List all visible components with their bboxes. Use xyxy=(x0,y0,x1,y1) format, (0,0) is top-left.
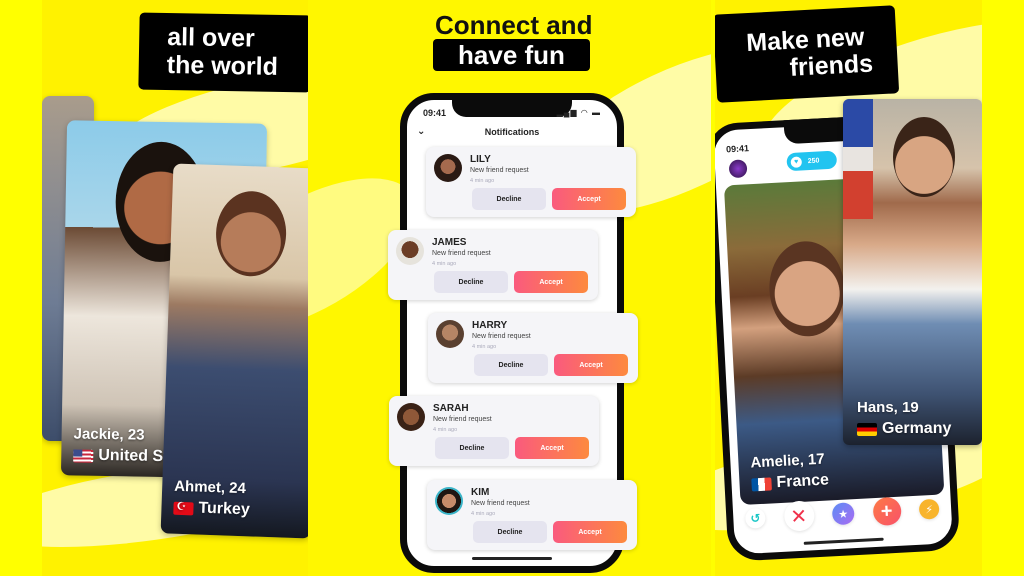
profile-photo xyxy=(214,190,288,278)
profile-country: Germany xyxy=(857,420,951,438)
notification-card: JAMES New friend request 4 min ago Decli… xyxy=(388,230,598,300)
accept-button[interactable]: Accept xyxy=(514,271,588,293)
profile-country: United St xyxy=(73,446,169,466)
headline-line-1: all over xyxy=(167,22,256,53)
avatar xyxy=(397,403,425,431)
coin-balance-badge[interactable]: ♥ 250 xyxy=(786,150,838,172)
profile-caption: Hans, 19 Germany xyxy=(857,399,951,438)
france-flag-icon xyxy=(751,476,772,491)
notification-name: SARAH xyxy=(433,403,469,414)
notification-time: 4 min ago xyxy=(470,178,495,184)
turkey-flag-icon xyxy=(173,501,194,515)
decline-button[interactable]: Decline xyxy=(474,354,548,376)
signal-wifi-battery-icon: ▂▄▆ ◠ ▬ xyxy=(556,108,601,117)
panel-make-new-friends: Make new friends 09:41 ♥ 250 Amelie, 17 … xyxy=(715,0,982,576)
profile-name-age: Jackie, 23 xyxy=(73,425,145,444)
avatar xyxy=(435,487,463,515)
headline-line-2: have fun xyxy=(458,39,565,70)
notification-card: LILY New friend request 4 min ago Declin… xyxy=(426,147,636,217)
profile-photo xyxy=(767,239,847,339)
notification-message: New friend request xyxy=(470,167,529,174)
phone-notch xyxy=(452,93,572,117)
profile-caption: Amelie, 17 France xyxy=(750,450,829,493)
left-margin xyxy=(0,0,42,576)
status-time: 09:41 xyxy=(725,143,750,155)
notification-message: New friend request xyxy=(433,416,492,423)
profile-name-age: Amelie, 17 xyxy=(750,450,826,472)
coin-count: 250 xyxy=(807,156,820,165)
us-flag-icon xyxy=(73,448,94,463)
home-indicator xyxy=(472,557,552,560)
profile-card-hans[interactable]: Hans, 19 Germany xyxy=(843,99,982,445)
accept-button[interactable]: Accept xyxy=(554,354,628,376)
screen-title: Notifications xyxy=(484,127,540,137)
profile-caption: Ahmet, 24 Turkey xyxy=(173,478,251,520)
notification-name: LILY xyxy=(470,154,491,165)
notification-card: SARAH New friend request 4 min ago Decli… xyxy=(389,396,599,466)
profile-card-ahmet[interactable]: Ahmet, 24 Turkey xyxy=(160,163,308,539)
headline-have-fun: have fun xyxy=(433,39,590,71)
country-label: Germany xyxy=(882,420,952,437)
profile-name-age: Ahmet, 24 xyxy=(173,477,247,498)
boost-lightning-icon[interactable]: ⚡ xyxy=(918,498,940,520)
nope-icon[interactable]: ✕ xyxy=(783,500,815,532)
headline-line-1: Connect and xyxy=(435,10,593,40)
avatar xyxy=(436,320,464,348)
notification-message: New friend request xyxy=(432,250,491,257)
avatar xyxy=(396,237,424,265)
decline-button[interactable]: Decline xyxy=(472,188,546,210)
notification-name: JAMES xyxy=(432,237,467,248)
country-label: France xyxy=(776,471,830,492)
decline-button[interactable]: Decline xyxy=(435,437,509,459)
add-friend-plus-icon[interactable]: + xyxy=(871,496,902,527)
super-like-star-icon[interactable]: ★ xyxy=(831,502,855,526)
notification-message: New friend request xyxy=(471,500,530,507)
decline-button[interactable]: Decline xyxy=(473,521,547,543)
notification-time: 4 min ago xyxy=(432,261,457,267)
home-indicator xyxy=(803,537,884,545)
notification-time: 4 min ago xyxy=(471,511,496,517)
notification-time: 4 min ago xyxy=(472,344,497,350)
undo-icon[interactable]: ↺ xyxy=(744,507,766,529)
headline-make-new-friends: Make new friends xyxy=(715,5,900,103)
notification-message: New friend request xyxy=(472,333,531,340)
notification-card: HARRY New friend request 4 min ago Decli… xyxy=(428,313,638,383)
accept-button[interactable]: Accept xyxy=(515,437,589,459)
headline-all-over-the-world: all over the world xyxy=(138,12,308,93)
panel-connect-and-have-fun: Connect and have fun 09:41 ▂▄▆ ◠ ▬ ⌄ Not… xyxy=(308,0,711,576)
profile-country: France xyxy=(751,471,829,493)
profile-photo xyxy=(893,117,955,197)
right-margin xyxy=(982,0,1024,576)
profile-caption: Jackie, 23 United St xyxy=(73,425,169,466)
user-avatar[interactable] xyxy=(728,159,748,179)
profile-country: Turkey xyxy=(173,499,250,520)
country-label: Turkey xyxy=(198,499,251,519)
headline-line-2: the world xyxy=(166,50,279,81)
background-flag xyxy=(843,99,873,219)
profile-name-age: Hans, 19 xyxy=(857,399,919,416)
decline-button[interactable]: Decline xyxy=(434,271,508,293)
germany-flag-icon xyxy=(857,422,877,436)
notification-card: KIM New friend request 4 min ago Decline… xyxy=(427,480,637,550)
notification-name: HARRY xyxy=(472,320,508,331)
status-time: 09:41 xyxy=(423,108,447,118)
accept-button[interactable]: Accept xyxy=(552,188,626,210)
gem-icon: ♥ xyxy=(790,155,803,168)
country-label: United St xyxy=(98,446,169,466)
notification-name: KIM xyxy=(471,487,490,498)
accept-button[interactable]: Accept xyxy=(553,521,627,543)
avatar xyxy=(434,154,462,182)
panel-all-over-the-world: all over the world Jackie, 23 United St … xyxy=(42,0,308,576)
notification-time: 4 min ago xyxy=(433,427,458,433)
